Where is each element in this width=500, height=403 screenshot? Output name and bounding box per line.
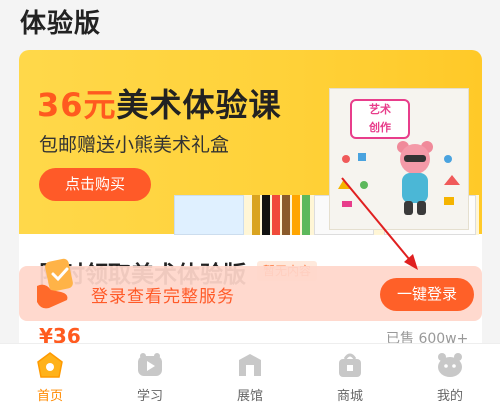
tab-study-label: 学习 xyxy=(136,389,163,403)
login-prompt-text: 登录查看完整服务 xyxy=(91,287,235,307)
decoration-icon xyxy=(338,153,368,207)
box-label: 艺术 创作 xyxy=(350,99,410,139)
promo-banner[interactable]: 36元美术体验课 包邮赠送小熊美术礼盒 点击购买 艺术 创作 xyxy=(19,50,482,235)
tab-profile[interactable]: 我的 xyxy=(400,344,500,403)
profile-bear-icon xyxy=(438,353,462,377)
page-title: 体验版 xyxy=(20,9,102,39)
decoration-icon xyxy=(444,155,460,205)
home-icon xyxy=(37,352,63,378)
gift-box-image: 艺术 创作 xyxy=(329,88,469,230)
tab-home[interactable]: 首页 xyxy=(0,344,100,403)
banner-subtitle: 包邮赠送小熊美术礼盒 xyxy=(39,134,230,156)
buy-button[interactable]: 点击购买 xyxy=(39,168,151,201)
bear-figure-icon xyxy=(397,141,433,215)
banner-title: 36元美术体验课 xyxy=(37,80,282,126)
play-icon xyxy=(138,353,162,376)
gallery-icon xyxy=(239,354,261,376)
bottom-tab-bar: 首页 学习 展馆 商城 我的 xyxy=(0,343,500,403)
login-prompt-bar[interactable]: 登录查看完整服务 一键登录 xyxy=(19,258,482,321)
hand-check-icon xyxy=(37,258,73,309)
one-click-login-button[interactable]: 一键登录 xyxy=(380,278,474,311)
tab-gallery-label: 展馆 xyxy=(236,389,263,403)
banner-title-rest: 美术体验课 xyxy=(116,86,282,124)
shop-icon xyxy=(339,353,361,377)
tab-shop[interactable]: 商城 xyxy=(300,344,400,403)
tab-profile-label: 我的 xyxy=(436,389,463,403)
tab-gallery[interactable]: 展馆 xyxy=(200,344,300,403)
tab-shop-label: 商城 xyxy=(336,389,363,403)
banner-title-price: 36元 xyxy=(37,86,117,124)
tab-study[interactable]: 学习 xyxy=(100,344,200,403)
tab-home-label: 首页 xyxy=(36,389,63,403)
